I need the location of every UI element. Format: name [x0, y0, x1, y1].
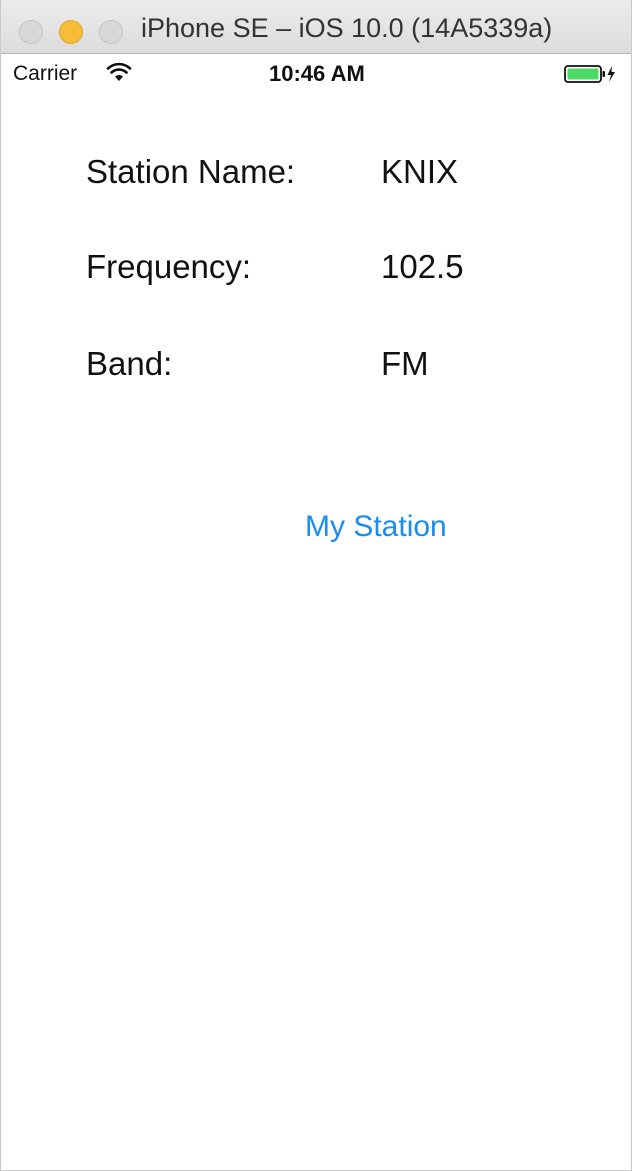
status-time: 10:46 AM	[269, 61, 365, 86]
band-value: FM	[381, 345, 429, 382]
window-title: iPhone SE – iOS 10.0 (14A5339a)	[141, 13, 553, 43]
ios-status-bar: Carrier 10:46 AM	[1, 54, 631, 94]
close-window-button[interactable]	[19, 20, 43, 44]
wifi-icon	[106, 62, 132, 87]
carrier-label: Carrier	[13, 62, 78, 85]
band-label: Band:	[86, 345, 173, 382]
station-name-label: Station Name:	[86, 153, 296, 190]
window-titlebar[interactable]: iPhone SE – iOS 10.0 (14A5339a)	[1, 0, 631, 54]
frequency-value: 102.5	[381, 248, 464, 285]
frequency-label: Frequency:	[86, 248, 252, 285]
minimize-window-button[interactable]	[59, 20, 83, 44]
charging-bolt-icon	[607, 66, 615, 82]
zoom-window-button[interactable]	[99, 20, 123, 44]
station-name-value: KNIX	[381, 153, 459, 190]
battery-icon	[564, 64, 616, 89]
simulator-window: iPhone SE – iOS 10.0 (14A5339a) Carrier …	[0, 0, 632, 1171]
my-station-button[interactable]: My Station	[305, 510, 447, 544]
